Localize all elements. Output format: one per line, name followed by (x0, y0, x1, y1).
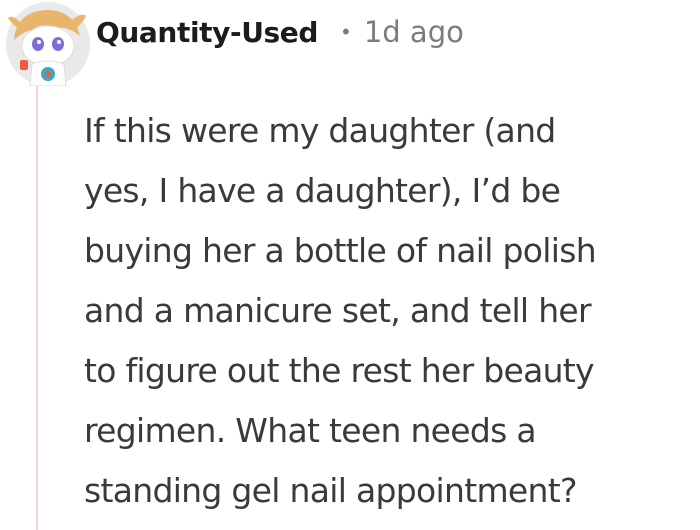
comment-body-line: If this were my daughter (and (84, 111, 556, 150)
comment-body-line: yes, I have a daughter), I’d be (84, 171, 561, 210)
comment: Quantity-Used • 1d ago If this were my d… (0, 0, 700, 530)
reddit-snoo-avatar-icon (6, 2, 90, 86)
comment-meta: Quantity-Used • 1d ago (96, 12, 464, 52)
comment-body-line: and a manicure set, and tell her (84, 291, 592, 330)
comment-body-line: standing gel nail appointment? (84, 471, 577, 510)
avatar[interactable] (2, 2, 92, 86)
comment-body-line: buying her a bottle of nail polish (84, 231, 597, 270)
separator-dot: • (340, 20, 352, 44)
username-link[interactable]: Quantity-Used (96, 16, 318, 49)
timestamp: 1d ago (363, 15, 464, 49)
comment-body: If this were my daughter (and yes, I hav… (84, 101, 698, 521)
comment-body-line: regimen. What teen needs a (84, 411, 537, 450)
thread-line[interactable] (36, 84, 38, 530)
comment-body-line: to figure out the rest her beauty (84, 351, 595, 390)
